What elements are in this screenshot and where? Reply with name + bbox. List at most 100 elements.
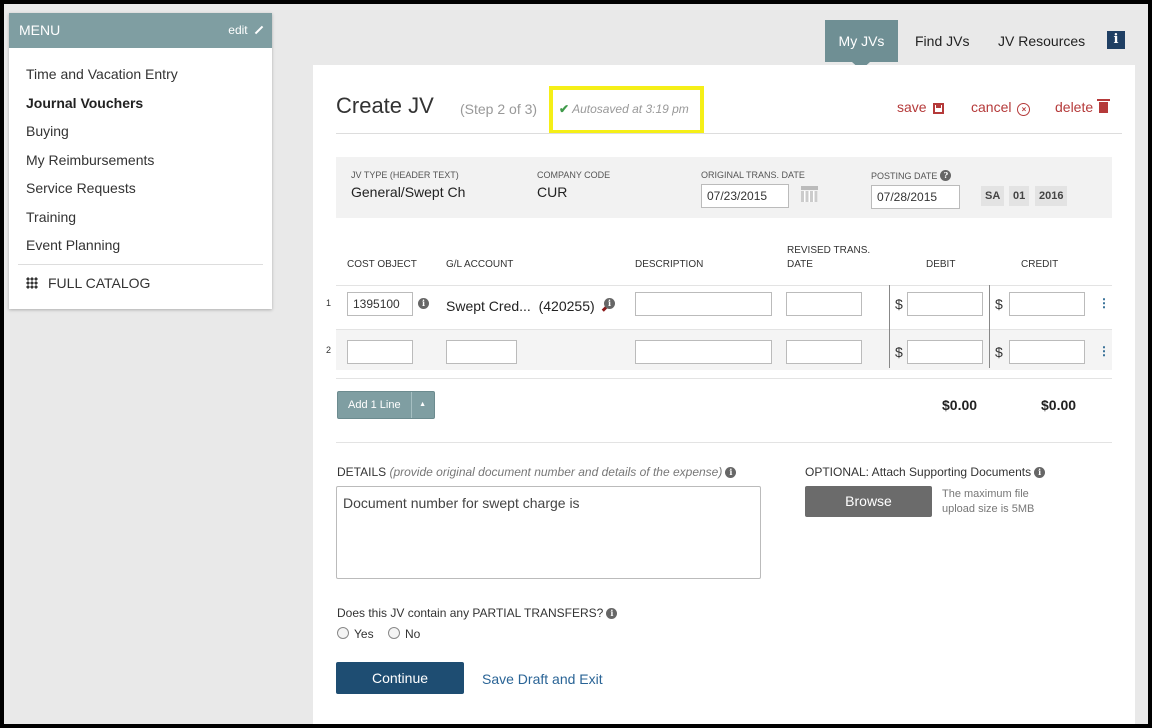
company-code-value: CUR (537, 184, 568, 200)
debit-input[interactable] (907, 292, 983, 316)
info-icon[interactable]: i (418, 298, 429, 309)
menu-divider (18, 263, 263, 265)
menu-item-my-reimbursements[interactable]: My Reimbursements (9, 146, 272, 175)
details-hint: (provide original document number and de… (389, 465, 723, 479)
row-menu-icon[interactable]: ⋮ (1098, 344, 1110, 358)
gl-account-value: Swept Cred... (420255) (446, 298, 613, 314)
column-divider (989, 285, 990, 368)
menu-item-time-vacation[interactable]: Time and Vacation Entry (9, 60, 272, 89)
period-code-badge: SA (981, 186, 1005, 206)
details-label-text: DETAILS (337, 465, 387, 479)
info-icon[interactable]: i (604, 298, 615, 309)
grid-icon (26, 276, 38, 289)
cost-object-input[interactable] (347, 340, 413, 364)
add-line-button[interactable]: Add 1 Line ▲ (337, 391, 435, 419)
continue-button[interactable]: Continue (336, 662, 464, 694)
partial-yes-label[interactable]: Yes (354, 627, 374, 641)
credit-input[interactable] (1009, 292, 1085, 316)
period-year-badge: 2016 (1035, 186, 1068, 206)
autosave-highlight-box (549, 86, 704, 134)
add-line-label: Add 1 Line (348, 399, 401, 411)
tab-my-jvs[interactable]: My JVs (825, 20, 898, 62)
revised-date-input[interactable] (786, 340, 862, 364)
caret-up-icon[interactable]: ▲ (410, 392, 434, 418)
menu-item-event-planning[interactable]: Event Planning (9, 231, 272, 260)
header-divider (336, 133, 1122, 134)
row-number: 2 (326, 345, 332, 355)
cancel-button[interactable]: cancel × (971, 99, 1031, 116)
save-label: save (897, 99, 927, 115)
original-trans-date-label: ORIGINAL TRANS. DATE (701, 170, 805, 180)
delete-label: delete (1055, 99, 1094, 115)
page-title: Create JV (336, 93, 434, 118)
credit-input[interactable] (1009, 340, 1085, 364)
currency-symbol: $ (995, 344, 1003, 360)
help-icon[interactable]: ? (940, 170, 952, 181)
info-icon[interactable]: i (606, 608, 618, 619)
company-code-label: COMPANY CODE (537, 170, 611, 180)
revised-date-input[interactable] (786, 292, 862, 316)
menu-item-journal-vouchers[interactable]: Journal Vouchers (9, 89, 272, 118)
posting-date-label-text: POSTING DATE (871, 171, 938, 181)
attach-label: OPTIONAL: Attach Supporting Documents i (805, 465, 1046, 479)
col-header-cost-object: COST OBJECT (347, 259, 417, 270)
close-circle-icon: × (1017, 103, 1031, 116)
details-label: DETAILS (provide original document numbe… (337, 465, 737, 479)
menu-item-training[interactable]: Training (9, 203, 272, 232)
menu-item-buying[interactable]: Buying (9, 117, 272, 146)
row-number: 1 (326, 298, 332, 308)
currency-symbol: $ (995, 296, 1003, 312)
total-credit: $0.00 (1041, 397, 1077, 413)
info-icon[interactable]: i (725, 467, 737, 478)
col-header-revised-date-line1: REVISED TRANS. (787, 245, 871, 256)
debit-input[interactable] (907, 340, 983, 364)
posting-date-label: POSTING DATE? (871, 170, 952, 181)
tab-jv-resources[interactable]: JV Resources (998, 20, 1085, 62)
total-debit: $0.00 (942, 397, 978, 413)
delete-button[interactable]: delete (1055, 99, 1111, 115)
browse-button[interactable]: Browse (805, 486, 932, 517)
save-button[interactable]: save (897, 99, 944, 115)
menu-title: MENU (19, 22, 61, 38)
cost-object-input[interactable]: 1395100 (347, 292, 413, 316)
table-bottom-divider (336, 378, 1112, 379)
menu-item-service-requests[interactable]: Service Requests (9, 174, 272, 203)
pencil-icon (254, 25, 264, 35)
partial-no-radio[interactable] (388, 627, 400, 639)
col-header-debit: DEBIT (926, 259, 956, 270)
details-textarea[interactable]: Document number for swept charge is (336, 486, 761, 579)
attach-label-text: OPTIONAL: Attach Supporting Documents (805, 465, 1032, 479)
col-header-gl-account: G/L ACCOUNT (446, 259, 514, 270)
side-menu: MENU edit Time and Vacation Entry Journa… (9, 13, 272, 309)
jv-type-value: General/Swept Ch (351, 184, 466, 200)
period-month-badge: 01 (1009, 186, 1030, 206)
description-input[interactable] (635, 340, 772, 364)
gl-account-input[interactable] (446, 340, 517, 364)
col-header-revised-date-line2: DATE (787, 259, 813, 270)
col-header-credit: CREDIT (1021, 259, 1059, 270)
step-indicator: (Step 2 of 3) (460, 101, 538, 117)
original-trans-date-input[interactable]: 07/23/2015 (701, 184, 789, 208)
posting-date-input[interactable]: 07/28/2015 (871, 185, 960, 209)
menu-edit-label: edit (228, 23, 248, 37)
currency-symbol: $ (895, 344, 903, 360)
gl-account-code: (420255) (538, 298, 595, 314)
cancel-label: cancel (971, 99, 1012, 115)
partial-yes-radio[interactable] (337, 627, 349, 639)
partial-no-label[interactable]: No (405, 627, 420, 641)
max-file-size-note: The maximum file upload size is 5MB (942, 488, 1035, 515)
info-icon[interactable]: i (1107, 31, 1125, 49)
calendar-icon[interactable] (801, 186, 818, 202)
tab-find-jvs[interactable]: Find JVs (915, 20, 969, 62)
partial-question-text: Does this JV contain any PARTIAL TRANSFE… (337, 606, 604, 620)
menu-edit-button[interactable]: edit (228, 13, 264, 48)
currency-symbol: $ (895, 296, 903, 312)
row-menu-icon[interactable]: ⋮ (1098, 296, 1110, 310)
floppy-disk-icon (932, 103, 944, 114)
full-catalog-link[interactable]: FULL CATALOG (9, 271, 272, 295)
partial-transfers-question: Does this JV contain any PARTIAL TRANSFE… (337, 606, 618, 620)
info-icon[interactable]: i (1034, 467, 1046, 478)
section-divider (336, 442, 1112, 443)
save-draft-exit-link[interactable]: Save Draft and Exit (482, 671, 603, 687)
description-input[interactable] (635, 292, 772, 316)
